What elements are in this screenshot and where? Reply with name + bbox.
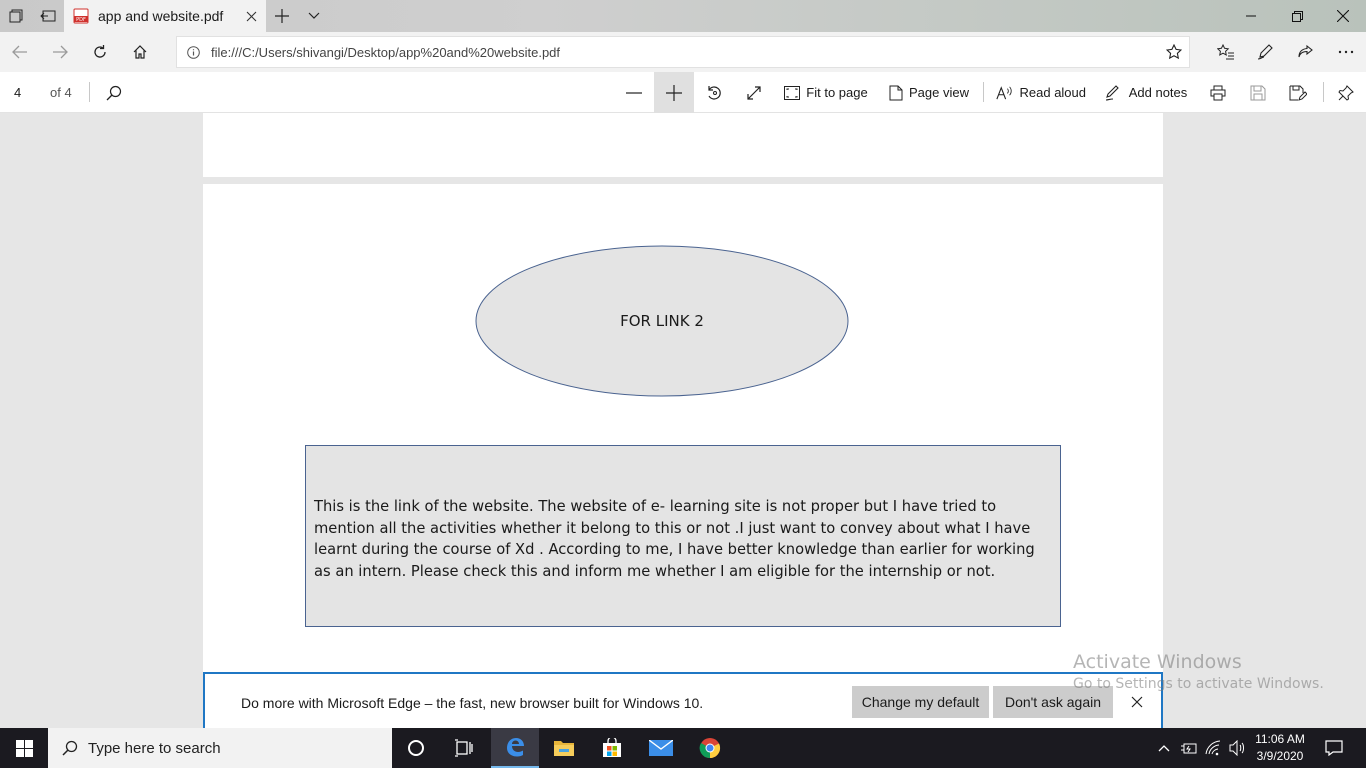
pdf-page-4: FOR LINK 2 This is the link of the websi… <box>203 184 1163 728</box>
refresh-icon[interactable] <box>80 32 120 72</box>
favorites-hub-icon[interactable] <box>1206 32 1246 72</box>
fit-to-page-icon <box>784 85 801 100</box>
notification-message: Do more with Microsoft Edge – the fast, … <box>241 695 704 711</box>
page-total: of 4 <box>50 85 72 100</box>
forward-arrow-icon[interactable] <box>40 32 80 72</box>
file-explorer-icon[interactable] <box>540 728 588 768</box>
description-textbox: This is the link of the website. The web… <box>305 445 1061 627</box>
battery-icon[interactable] <box>1178 728 1200 768</box>
restore-icon[interactable] <box>1274 0 1320 32</box>
edge-default-notification: Do more with Microsoft Edge – the fast, … <box>203 672 1163 728</box>
page-number-input[interactable]: 4 <box>14 85 21 100</box>
tab-close-icon[interactable] <box>236 0 266 32</box>
description-text: This is the link of the website. The web… <box>314 498 1035 580</box>
network-icon[interactable] <box>1203 728 1225 768</box>
activate-windows-subtitle: Go to Settings to activate Windows. <box>1073 676 1324 692</box>
tab-title: app and website.pdf <box>98 8 224 24</box>
edge-taskbar-icon[interactable] <box>491 728 539 768</box>
toolbar-divider <box>983 82 984 102</box>
read-aloud-button[interactable]: Read aloud <box>996 72 1086 113</box>
toolbar-divider <box>1323 82 1324 102</box>
full-screen-icon[interactable] <box>734 72 774 113</box>
fit-to-page-label: Fit to page <box>806 85 868 100</box>
cortana-icon[interactable] <box>392 728 440 768</box>
address-bar[interactable]: file:///C:/Users/shivangi/Desktop/app%20… <box>176 36 1190 68</box>
minimize-icon[interactable] <box>1228 0 1274 32</box>
close-notification-icon[interactable] <box>1125 690 1149 714</box>
rotate-icon[interactable] <box>694 72 734 113</box>
pen-icon <box>1105 84 1119 101</box>
activate-windows-title: Activate Windows <box>1073 651 1242 673</box>
show-hidden-icons-chevron-icon[interactable] <box>1154 728 1174 768</box>
zoom-in-icon[interactable] <box>654 72 694 113</box>
taskbar: Type here to search 11:06 AM 3/9/2020 <box>0 728 1366 768</box>
tabs-aside-icon[interactable] <box>32 0 64 32</box>
tab-pdf[interactable]: PDF app and website.pdf <box>64 0 266 32</box>
read-aloud-icon <box>996 85 1012 99</box>
search-icon <box>62 740 78 756</box>
read-aloud-label: Read aloud <box>1019 85 1087 100</box>
more-options-icon[interactable] <box>1326 32 1366 72</box>
change-default-button[interactable]: Change my default <box>852 686 989 718</box>
task-view-icon[interactable] <box>440 728 488 768</box>
svg-text:PDF: PDF <box>76 17 86 23</box>
close-window-icon[interactable] <box>1320 0 1366 32</box>
page-view-button[interactable]: Page view <box>886 72 972 113</box>
favorite-star-icon[interactable] <box>1159 44 1189 60</box>
page-view-label: Page view <box>909 85 969 100</box>
pdf-toolbar: 4 of 4 Fit to page Page view Read aloud … <box>0 72 1366 113</box>
pdf-page-3 <box>203 113 1163 177</box>
ellipse-label: FOR LINK 2 <box>620 312 704 330</box>
info-icon[interactable] <box>177 45 209 59</box>
address-bar-row: file:///C:/Users/shivangi/Desktop/app%20… <box>0 32 1366 72</box>
new-tab-icon[interactable] <box>266 0 298 32</box>
volume-icon[interactable] <box>1227 728 1249 768</box>
taskbar-search-box[interactable]: Type here to search <box>48 728 392 768</box>
pdf-file-icon: PDF <box>73 8 89 24</box>
web-note-icon[interactable] <box>1245 32 1285 72</box>
pdf-document-area[interactable]: FOR LINK 2 This is the link of the websi… <box>0 113 1366 728</box>
print-icon[interactable] <box>1198 72 1238 113</box>
clock-time: 11:06 AM <box>1255 732 1305 746</box>
tab-list-chevron-icon[interactable] <box>298 0 330 32</box>
home-icon[interactable] <box>120 32 160 72</box>
save-as-icon[interactable] <box>1278 72 1318 113</box>
save-icon[interactable] <box>1238 72 1278 113</box>
url-text[interactable]: file:///C:/Users/shivangi/Desktop/app%20… <box>211 45 1159 60</box>
zoom-out-icon[interactable] <box>614 72 654 113</box>
back-arrow-icon[interactable] <box>0 32 40 72</box>
windows-start-icon[interactable] <box>0 728 48 768</box>
pin-toolbar-icon[interactable] <box>1328 72 1364 113</box>
search-icon[interactable] <box>100 72 128 113</box>
title-bar: PDF app and website.pdf <box>0 0 1366 32</box>
taskbar-clock[interactable]: 11:06 AM 3/9/2020 <box>1248 731 1312 765</box>
store-icon[interactable] <box>588 728 636 768</box>
toolbar-divider <box>89 82 90 102</box>
add-notes-button[interactable]: Add notes <box>1102 72 1190 113</box>
tab-actions-icon[interactable] <box>0 0 32 32</box>
action-center-icon[interactable] <box>1320 728 1348 768</box>
search-placeholder: Type here to search <box>88 739 221 757</box>
share-icon[interactable] <box>1285 32 1325 72</box>
mail-icon[interactable] <box>637 728 685 768</box>
fit-to-page-button[interactable]: Fit to page <box>782 72 870 113</box>
page-view-icon <box>889 85 903 100</box>
add-notes-label: Add notes <box>1128 85 1188 100</box>
clock-date: 3/9/2020 <box>1256 749 1304 763</box>
chrome-icon[interactable] <box>686 728 734 768</box>
